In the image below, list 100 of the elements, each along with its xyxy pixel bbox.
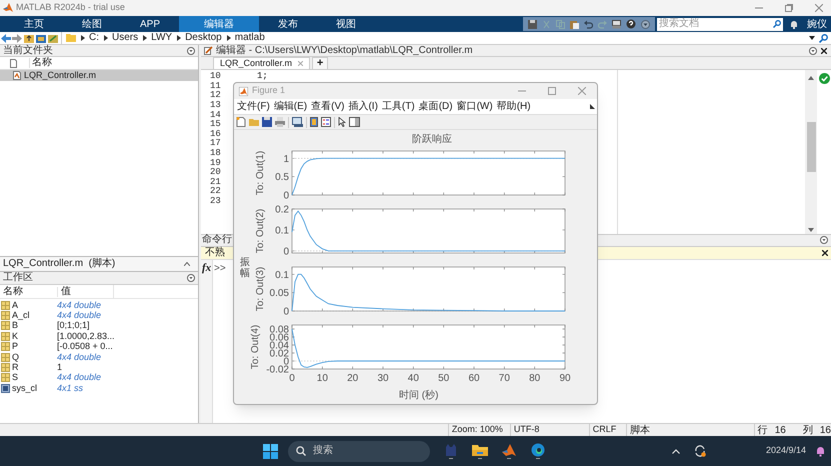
menu-item[interactable]: 桌面(D) — [418, 102, 453, 112]
path-segment[interactable]: Users — [112, 33, 138, 43]
ribbon-tab[interactable]: 编辑器 — [179, 16, 259, 32]
ribbon-tab[interactable]: 主页 — [5, 16, 63, 32]
function-browser-button[interactable]: fx — [202, 262, 212, 274]
path-segment[interactable]: C: — [89, 33, 99, 43]
folder-app-icon[interactable] — [472, 443, 488, 459]
panel-menu-icon[interactable] — [809, 46, 817, 54]
notification-bell-icon[interactable] — [816, 446, 825, 456]
window-title: MATLAB R2024b - trial use — [16, 1, 125, 14]
tick-label: 60 — [468, 373, 480, 384]
new-file-icon[interactable] — [236, 117, 246, 127]
browser-app-icon[interactable] — [530, 443, 546, 459]
line-number: 11 — [210, 82, 222, 91]
matlab-logo-icon — [239, 86, 248, 96]
print-icon[interactable] — [275, 117, 285, 127]
save-icon[interactable] — [262, 117, 272, 127]
line-number: 16 — [210, 130, 222, 139]
menu-item[interactable]: 查看(V) — [311, 102, 344, 112]
panel-menu-icon[interactable] — [187, 46, 195, 54]
dropdown-caret-icon[interactable] — [809, 36, 815, 40]
editor-tab[interactable]: LQR_Controller.m — [213, 57, 310, 69]
variable-name[interactable]: K — [12, 332, 57, 341]
breadcrumb-arrow-icon[interactable] — [177, 35, 182, 41]
tick-label: 0.2 — [275, 205, 289, 216]
breadcrumb-arrow-icon[interactable] — [143, 35, 148, 41]
variable-value: [-0.0508 + 0... — [57, 342, 113, 352]
ribbon-tab[interactable]: 绘图 — [63, 16, 121, 32]
help-icon[interactable] — [626, 19, 636, 29]
tick-label: 20 — [347, 373, 358, 384]
line-number: 14 — [210, 110, 222, 120]
expand-caret-icon[interactable] — [184, 262, 190, 266]
property-editor-icon[interactable] — [349, 117, 360, 127]
variable-name[interactable]: S — [12, 373, 57, 382]
panel-menu-icon[interactable] — [820, 236, 828, 244]
ribbon-tab[interactable]: 发布 — [259, 16, 317, 32]
menu-item[interactable]: 帮助(H) — [496, 102, 531, 112]
paste-icon[interactable] — [570, 20, 579, 28]
matrix-icon — [1, 300, 10, 310]
ribbon-tab[interactable]: APP — [121, 16, 179, 32]
toolbar-toggle-icon[interactable] — [590, 104, 595, 109]
pointer-icon[interactable] — [338, 117, 346, 127]
search-icon[interactable] — [819, 34, 828, 42]
breadcrumb-arrow-icon[interactable] — [81, 35, 85, 41]
matrix-icon — [1, 373, 10, 382]
variable-name[interactable]: B — [12, 321, 57, 330]
column-header[interactable]: 名称 — [0, 286, 57, 296]
colorbar-icon[interactable] — [310, 117, 318, 127]
variable-value: 1 — [57, 363, 62, 372]
variable-name[interactable]: R — [12, 363, 57, 372]
menu-item[interactable]: 工具(T) — [382, 102, 415, 112]
scroll-up-icon[interactable] — [808, 76, 814, 80]
dropdown-icon[interactable] — [641, 20, 650, 28]
taskbar-search-field[interactable]: 搜索 — [288, 440, 430, 462]
path-segment[interactable]: Desktop — [185, 33, 222, 43]
close-icon[interactable] — [822, 250, 828, 256]
variable-name[interactable]: A — [12, 300, 57, 310]
breadcrumb-arrow-icon[interactable] — [226, 35, 231, 41]
menu-item[interactable]: 编辑(E) — [274, 102, 308, 112]
sync-icon[interactable] — [694, 445, 706, 457]
windows-icon[interactable] — [612, 20, 621, 28]
undo-icon[interactable] — [584, 20, 593, 28]
save-icon[interactable] — [528, 20, 537, 28]
panel-menu-icon[interactable] — [187, 274, 195, 282]
breadcrumb-arrow-icon[interactable] — [104, 35, 108, 41]
link-figure-icon[interactable] — [292, 117, 303, 127]
chevron-up-icon[interactable] — [672, 448, 680, 454]
path-segment[interactable]: LWY — [151, 33, 172, 43]
scroll-down-icon[interactable] — [808, 228, 814, 232]
menu-item[interactable]: 窗口(W) — [456, 102, 493, 112]
variable-name[interactable]: Q — [12, 352, 57, 362]
back-arrow-icon[interactable] — [1, 34, 11, 42]
close-icon[interactable] — [821, 48, 827, 54]
line-number: 23 — [210, 197, 222, 206]
menu-item[interactable]: 文件(F) — [237, 102, 270, 112]
ribbon-tab[interactable]: 视图 — [317, 16, 375, 32]
folder-up-icon[interactable] — [24, 34, 34, 42]
variable-value: 4x4 double — [57, 300, 102, 310]
browse-folder-icon[interactable] — [48, 34, 58, 42]
start-icon[interactable] — [263, 444, 278, 458]
folder-icon[interactable] — [36, 34, 46, 42]
window-title: Figure 1 — [252, 84, 286, 98]
matlab-app-icon[interactable] — [501, 443, 517, 459]
variable-name[interactable]: P — [12, 342, 57, 352]
file-row[interactable]: LQR_Controller.m — [0, 70, 198, 81]
search-icon — [773, 20, 781, 28]
line-number: 20 — [210, 168, 222, 178]
variable-name[interactable]: A_cl — [12, 311, 57, 320]
user-menu[interactable]: 婉仪 — [807, 16, 827, 32]
maximize-icon[interactable] — [785, 4, 793, 12]
legend-icon[interactable] — [321, 117, 331, 127]
scrollbar-thumb[interactable] — [806, 122, 816, 172]
column-header[interactable]: 名称 — [29, 58, 52, 68]
variable-name[interactable]: sys_cl — [12, 384, 57, 393]
menu-item[interactable]: 插入(I) — [348, 102, 378, 112]
column-header[interactable]: 值 — [57, 286, 113, 296]
axis-label: To: Out(2) — [255, 208, 266, 254]
new-tab-button[interactable]: + — [312, 57, 328, 69]
path-segment[interactable]: matlab — [234, 33, 265, 43]
bell-icon[interactable] — [790, 20, 798, 28]
